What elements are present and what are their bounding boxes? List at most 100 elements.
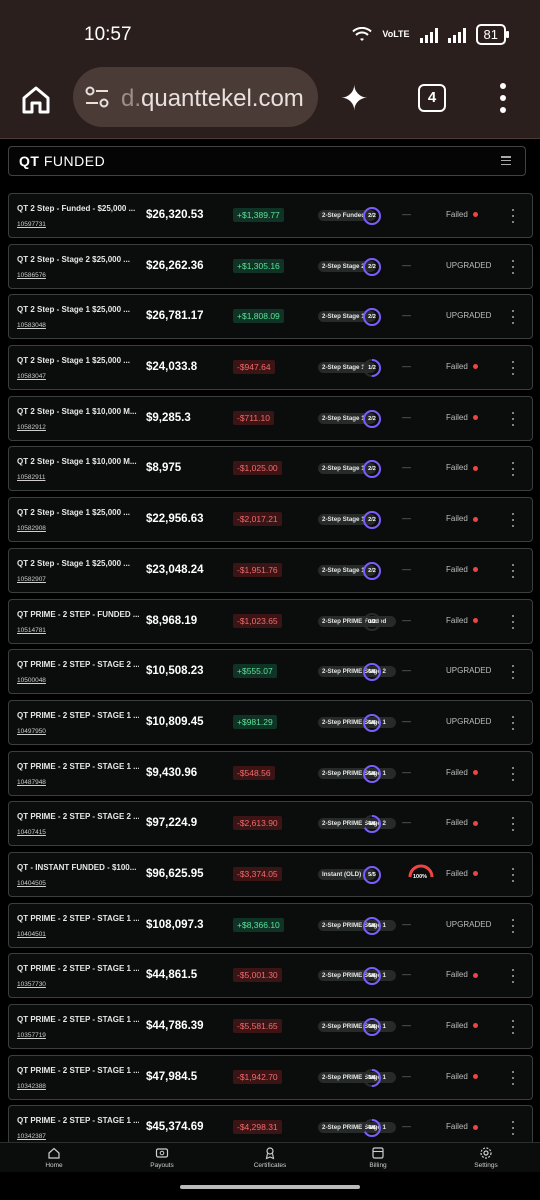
tab-count-button[interactable]: 4: [418, 84, 446, 112]
program-badge: 2-Step PRIME Stage 1: [318, 716, 396, 728]
nav-item-certificates[interactable]: Certificates: [216, 1143, 324, 1173]
account-id-link[interactable]: 10582911: [17, 474, 45, 481]
account-balance: $23,048.24: [146, 563, 204, 576]
pnl-badge: -$5,581.65: [233, 1019, 282, 1033]
browser-menu-icon[interactable]: [498, 83, 508, 113]
account-row[interactable]: QT PRIME - 2 STEP - STAGE 2 ... 10500048…: [8, 649, 533, 695]
account-row[interactable]: QT PRIME - 2 STEP - STAGE 1 ... 10357730…: [8, 953, 533, 999]
row-menu-icon[interactable]: [511, 259, 515, 274]
empty-value: —: [402, 1020, 411, 1030]
hamburger-menu-icon[interactable]: [501, 156, 511, 165]
sparkle-icon[interactable]: ✦: [340, 82, 369, 116]
account-id-link[interactable]: 10514781: [17, 627, 46, 634]
account-row[interactable]: QT 2 Step - Stage 2 $25,000 ... 10586576…: [8, 243, 533, 289]
pnl-badge: -$2,017.21: [233, 512, 282, 527]
account-id-link[interactable]: 10342388: [17, 1083, 46, 1090]
row-menu-icon[interactable]: [511, 614, 515, 629]
row-menu-icon[interactable]: [511, 918, 515, 933]
signal-icon: [419, 27, 438, 43]
account-id-link[interactable]: 10357730: [17, 981, 46, 988]
account-id-link[interactable]: 10407415: [17, 829, 46, 836]
account-row[interactable]: QT - INSTANT FUNDED - $100... 10404505 $…: [8, 851, 533, 897]
nav-item-settings[interactable]: Settings: [432, 1143, 540, 1173]
row-menu-icon[interactable]: [511, 1121, 515, 1136]
account-id-link[interactable]: 10586576: [17, 272, 46, 279]
row-menu-icon[interactable]: [511, 715, 515, 730]
account-balance: $24,033.8: [146, 361, 198, 374]
account-id-link[interactable]: 10500048: [17, 677, 46, 684]
status-text: Failed: [446, 768, 478, 777]
account-id-link[interactable]: 10582908: [17, 525, 46, 532]
gesture-handle[interactable]: [180, 1185, 360, 1189]
status-text: UPGRADED: [446, 260, 492, 270]
account-balance: $26,781.17: [146, 310, 204, 323]
row-menu-icon[interactable]: [511, 310, 515, 325]
account-id-link[interactable]: 10404501: [17, 931, 46, 938]
progress-ring: 6/6: [361, 763, 383, 785]
account-id-link[interactable]: 10583047: [17, 373, 46, 380]
nav-item-home[interactable]: Home: [0, 1143, 108, 1173]
home-icon[interactable]: [20, 84, 52, 116]
wifi-icon: [352, 26, 373, 41]
program-badge: 2-Step PRIME Stage 1: [318, 970, 396, 982]
row-menu-icon[interactable]: [511, 462, 515, 477]
status-text: Failed: [446, 616, 478, 625]
account-row[interactable]: QT PRIME - 2 STEP - STAGE 1 ... 10487948…: [8, 750, 533, 796]
account-row[interactable]: QT PRIME - 2 STEP - STAGE 1 ... 10357719…: [8, 1004, 533, 1049]
row-menu-icon[interactable]: [511, 1020, 515, 1034]
progress-ring-label: 6/6: [368, 1024, 376, 1030]
account-row[interactable]: QT PRIME - 2 STEP - FUNDED ... 10514781 …: [8, 598, 533, 644]
account-row[interactable]: QT PRIME - 2 STEP - STAGE 2 ... 10407415…: [8, 801, 533, 847]
account-row[interactable]: QT 2 Step - Stage 1 $25,000 ... 10582907…: [8, 547, 533, 593]
account-id-link[interactable]: 10487948: [17, 779, 46, 786]
progress-ring: 6/6: [361, 1016, 383, 1038]
account-id-link[interactable]: 10582907: [17, 576, 46, 583]
account-row[interactable]: QT PRIME - 2 STEP - STAGE 1 ... 10404501…: [8, 902, 533, 948]
account-id-link[interactable]: 10342387: [17, 1133, 46, 1140]
program-badge: 2-Step PRIME Stage 1: [318, 1071, 396, 1083]
row-menu-icon[interactable]: [511, 513, 515, 528]
empty-value: —: [402, 766, 411, 777]
row-menu-icon[interactable]: [511, 766, 515, 781]
account-row[interactable]: QT 2 Step - Stage 1 $25,000 ... 10583047…: [8, 345, 533, 391]
account-balance: $10,508.23: [146, 665, 204, 678]
site-settings-icon[interactable]: [85, 86, 109, 108]
row-menu-icon[interactable]: [511, 969, 515, 984]
failed-dot-icon: [472, 972, 478, 978]
row-menu-icon[interactable]: [511, 867, 515, 882]
account-row[interactable]: QT PRIME - 2 STEP - STAGE 1 ... 10342388…: [8, 1054, 533, 1100]
status-text: Failed: [446, 1122, 478, 1131]
account-id-link[interactable]: 10582912: [17, 424, 46, 431]
logo[interactable]: QT FUNDED: [19, 153, 105, 169]
account-balance: $26,262.36: [146, 259, 204, 272]
account-id-link[interactable]: 10404505: [17, 880, 46, 887]
account-id-link[interactable]: 10583048: [17, 322, 46, 329]
row-menu-icon[interactable]: [511, 411, 515, 426]
nav-label: Certificates: [253, 1162, 287, 1169]
account-row[interactable]: QT 2 Step - Stage 1 $10,000 M... 1058291…: [8, 395, 533, 441]
account-id-link[interactable]: 10597731: [17, 221, 46, 228]
nav-item-billing[interactable]: Billing: [324, 1143, 432, 1173]
row-menu-icon[interactable]: [511, 361, 515, 376]
row-menu-icon[interactable]: [511, 209, 515, 223]
account-row[interactable]: QT 2 Step - Stage 1 $25,000 ... 10582908…: [8, 497, 533, 543]
account-row[interactable]: QT PRIME - 2 STEP - STAGE 1 ... 10497950…: [8, 699, 533, 745]
account-id-link[interactable]: 10497950: [17, 728, 46, 735]
row-menu-icon[interactable]: [511, 1070, 515, 1085]
url-text[interactable]: d.quanttekel.com: [121, 85, 304, 113]
nav-item-payouts[interactable]: Payouts: [108, 1143, 216, 1173]
account-row[interactable]: QT 2 Step - Funded - $25,000 ... 1059773…: [8, 193, 533, 238]
url-bar[interactable]: d.quanttekel.com: [73, 67, 318, 127]
progress-ring: 3/6: [361, 1067, 383, 1089]
account-row[interactable]: QT 2 Step - Stage 1 $25,000 ... 10583048…: [8, 294, 533, 340]
row-menu-icon[interactable]: [511, 817, 515, 832]
signal-icon-2: [447, 27, 466, 43]
account-row[interactable]: QT 2 Step - Stage 1 $10,000 M... 1058291…: [8, 446, 533, 492]
progress-ring-label: 6/6: [368, 669, 376, 676]
account-id-link[interactable]: 10357719: [17, 1032, 46, 1039]
progress-ring-label: 0/2: [368, 618, 376, 625]
row-menu-icon[interactable]: [511, 563, 515, 578]
row-menu-icon[interactable]: [511, 665, 515, 680]
progress-ring-label: 6/6: [368, 770, 376, 777]
nav-label: Settings: [474, 1162, 498, 1169]
